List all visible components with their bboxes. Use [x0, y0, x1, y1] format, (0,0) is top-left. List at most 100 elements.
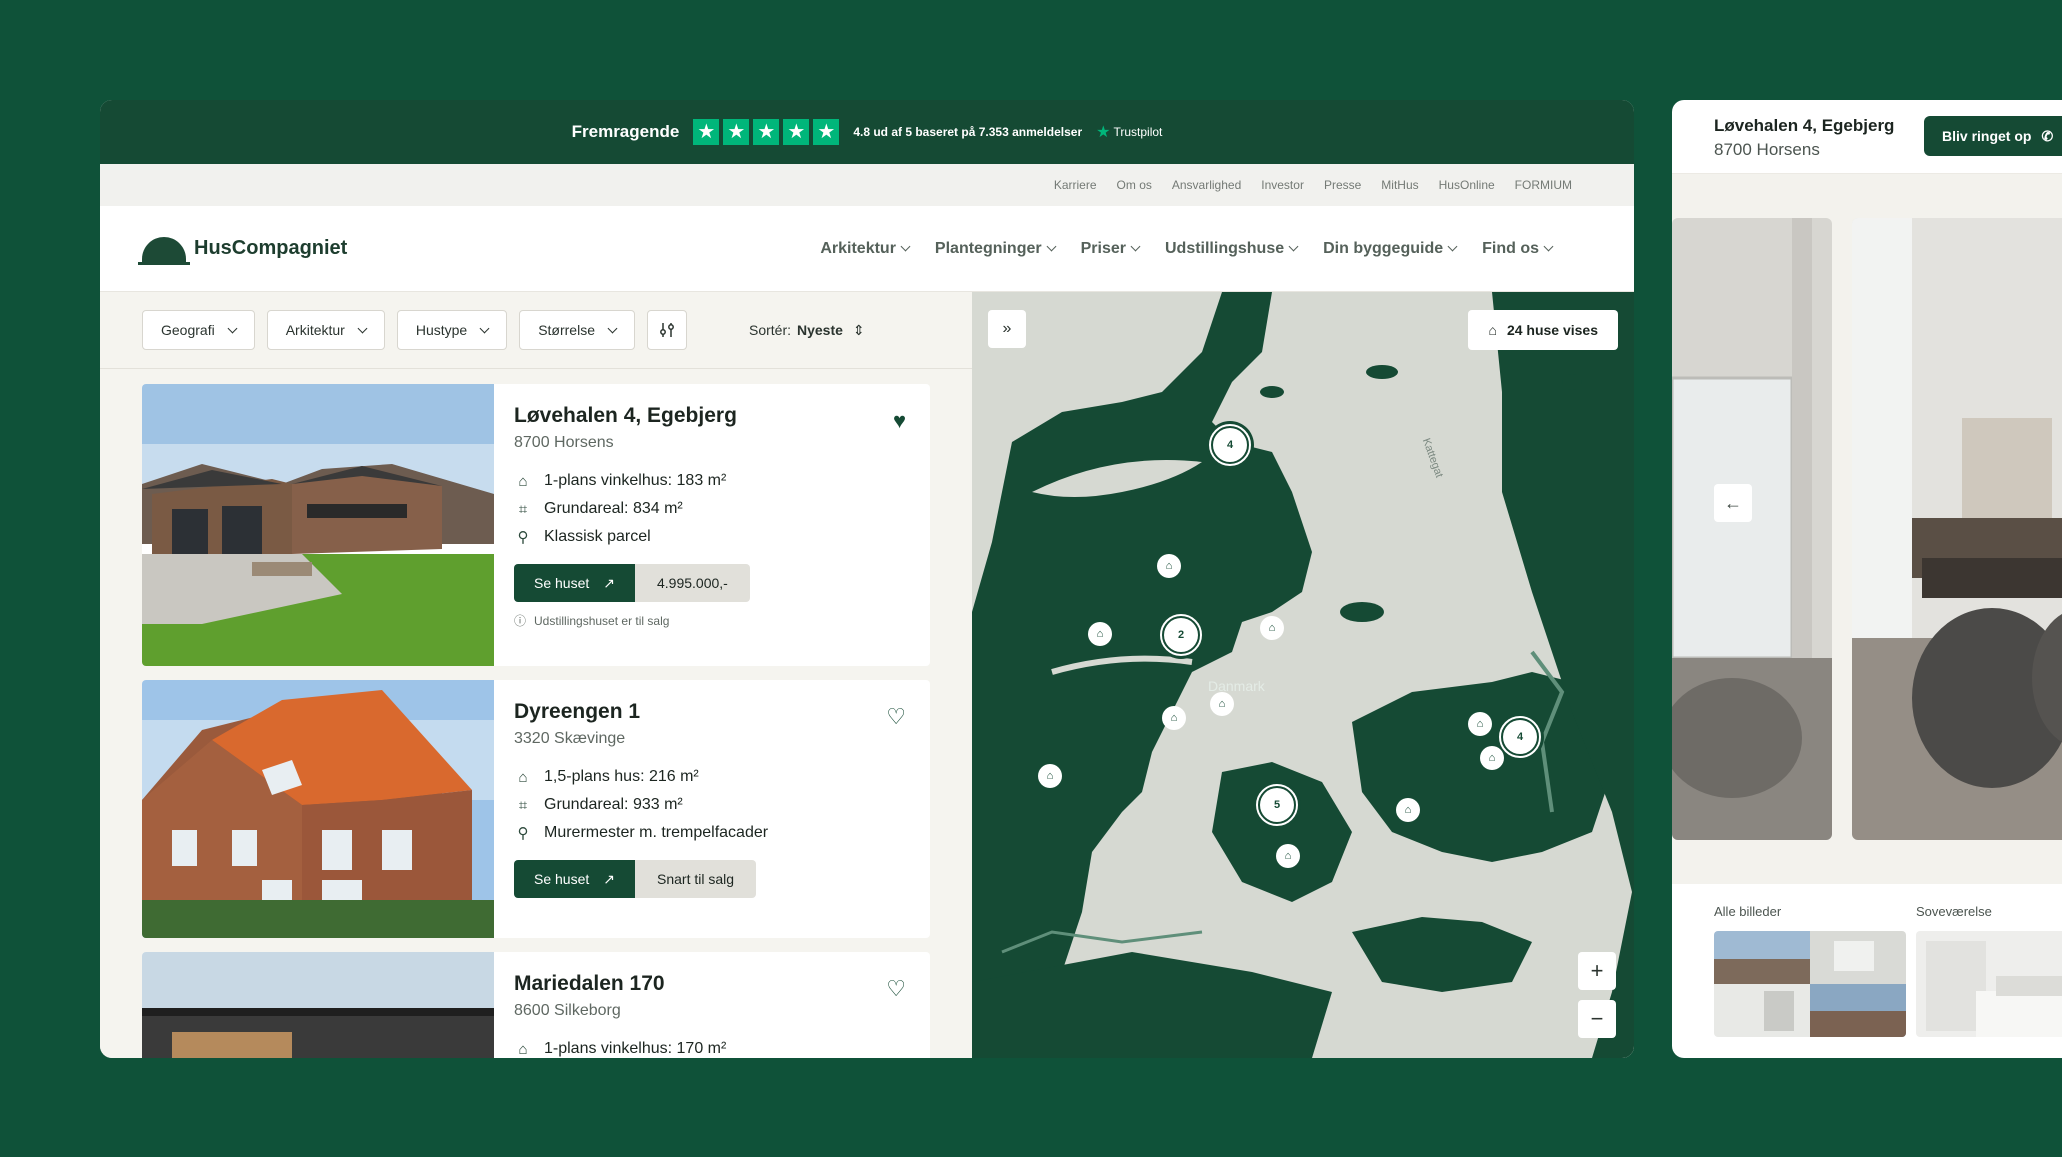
star-icon: ★	[783, 119, 810, 145]
gallery-photo	[1672, 218, 1832, 840]
browser-window: Fremragende ★ ★ ★ ★ ★ 4.8 ud af 5 basere…	[100, 100, 1634, 1058]
menu-label: Din byggeguide	[1323, 239, 1444, 257]
menu-arkitektur[interactable]: Arkitektur	[820, 239, 911, 258]
zoom-in-button[interactable]: +	[1578, 952, 1616, 990]
filter-arkitektur[interactable]: Arkitektur	[266, 310, 385, 350]
menu-udstillingshuse[interactable]: Udstillingshuse	[1165, 240, 1299, 258]
chevron-down-icon	[357, 323, 368, 333]
see-house-button[interactable]: Se huset ↗	[514, 860, 635, 898]
thumb-group-all[interactable]: Alle billeder	[1714, 904, 1906, 1042]
feature-text: Grundareal: 834 m²	[544, 500, 683, 517]
filter-hustype[interactable]: Hustype	[396, 310, 508, 350]
menu-priser[interactable]: Priser	[1081, 240, 1141, 258]
see-house-button[interactable]: Se huset ↗	[514, 564, 635, 602]
sale-note: ⓘ Udstillingshuset er til salg	[514, 612, 906, 629]
divider	[100, 368, 972, 369]
crop-icon: ⌗	[518, 500, 528, 518]
star-icon: ★	[723, 119, 750, 145]
card-body: Dyreengen 1 3320 Skævinge ⌂ 1,5-plans hus…	[514, 700, 906, 898]
map-view[interactable]: » ⌂ 24 huse vises Danmark Kattegat 4 2 5…	[972, 292, 1634, 1058]
filter-geografi[interactable]: Geografi	[142, 310, 255, 350]
thumb-group-bedroom[interactable]: Soveværelse	[1916, 904, 2062, 1042]
denmark-map	[972, 292, 1634, 1058]
arrow-left-icon[interactable]: ←	[1714, 484, 1752, 522]
util-link-formium[interactable]: FORMIUM	[1515, 178, 1572, 192]
util-link-om-os[interactable]: Om os	[1117, 178, 1152, 192]
util-link-investor[interactable]: Investor	[1261, 178, 1304, 192]
filter-storrelse[interactable]: Størrelse	[519, 310, 635, 350]
note-text: Udstillingshuset er til salg	[534, 613, 670, 628]
map-pin-icon[interactable]: ⌂	[1162, 706, 1186, 730]
call-me-button[interactable]: Bliv ringet op ✆	[1924, 116, 2062, 156]
feature-item: ⌗ Grundareal: 834 m²	[514, 500, 906, 518]
listing-column: Geografi Arkitektur Hustype Størrelse So…	[100, 292, 972, 1058]
util-link-husonline[interactable]: HusOnline	[1439, 178, 1495, 192]
trustpilot-star-icon: ★	[1096, 124, 1111, 141]
thumb-label: Soveværelse	[1916, 904, 1992, 919]
feature-text: Klassisk parcel	[544, 528, 651, 545]
trustpilot-bar[interactable]: Fremragende ★ ★ ★ ★ ★ 4.8 ud af 5 basere…	[100, 100, 1634, 164]
price-tag: Snart til salg	[635, 860, 757, 898]
map-pin-icon[interactable]: ⌂	[1210, 692, 1234, 716]
price-tag: 4.995.000,-	[635, 564, 750, 602]
phone-icon: ✆	[2041, 127, 2054, 144]
heart-outline-icon[interactable]: ♡	[886, 976, 906, 1002]
listing-address: 8700 Horsens	[514, 434, 614, 451]
util-link-ansvarlighed[interactable]: Ansvarlighed	[1172, 178, 1241, 192]
listing-title[interactable]: Løvehalen 4, Egebjerg	[514, 404, 906, 428]
house-photo	[142, 680, 494, 938]
map-pin-icon[interactable]: ⌂	[1088, 622, 1112, 646]
panel-header: Løvehalen 4, Egebjerg 8700 Horsens Bliv …	[1672, 100, 2062, 174]
feature-text: 1,5-plans hus: 216 m²	[544, 768, 699, 785]
chevron-down-icon	[227, 323, 238, 333]
listing-title[interactable]: Dyreengen 1	[514, 700, 906, 724]
map-pin-icon[interactable]: ⌂	[1276, 844, 1300, 868]
map-pin-icon[interactable]: ⌂	[1260, 616, 1284, 640]
map-cluster[interactable]: 4	[1209, 424, 1251, 466]
advanced-filter-button[interactable]	[646, 310, 687, 350]
sort-value: Nyeste	[797, 322, 843, 338]
button-label: Se huset	[534, 575, 590, 591]
map-pin-icon[interactable]: ⌂	[1480, 746, 1504, 770]
feature-item: ⚲ Klassisk parcel	[514, 528, 906, 546]
info-icon: ⓘ	[514, 614, 527, 628]
cluster-count: 5	[1260, 788, 1294, 822]
house-photo	[142, 384, 494, 666]
map-pin-icon[interactable]: ⌂	[1157, 554, 1181, 578]
util-link-mithus[interactable]: MitHus	[1381, 178, 1418, 192]
map-cluster[interactable]: 2	[1160, 614, 1202, 656]
photo-gallery: ←	[1672, 174, 2062, 884]
map-pin-icon[interactable]: ⌂	[1396, 798, 1420, 822]
chevron-down-icon	[1288, 241, 1299, 252]
menu-byggeguide[interactable]: Din byggeguide	[1323, 239, 1458, 258]
card-actions: Se huset ↗ Snart til salg	[514, 860, 906, 898]
sort-control[interactable]: Sortér: Nyeste ⇕	[749, 322, 865, 339]
util-link-karriere[interactable]: Karriere	[1054, 178, 1097, 192]
thumb-label: Alle billeder	[1714, 904, 1782, 919]
map-pin-icon[interactable]: ⌂	[1468, 712, 1492, 736]
filter-label: Hustype	[415, 322, 468, 338]
button-label: Bliv ringet op	[1942, 128, 2032, 144]
logo[interactable]: HusCompagniet	[138, 235, 347, 265]
map-pin-icon[interactable]: ⌂	[1038, 764, 1062, 788]
menu-find-os[interactable]: Find os	[1482, 240, 1554, 258]
listing-card[interactable]: Løvehalen 4, Egebjerg 8700 Horsens ⌂ 1-pl…	[142, 384, 930, 666]
menu-label: Arkitektur	[820, 239, 896, 257]
cluster-count: 4	[1213, 428, 1247, 462]
listing-card[interactable]: Mariedalen 170 8600 Silkeborg ⌂ 1-plans v…	[142, 952, 930, 1058]
house-icon: ⌂	[518, 768, 528, 786]
listing-title[interactable]: Mariedalen 170	[514, 972, 906, 996]
chevron-down-icon	[900, 241, 911, 252]
collapse-map-button[interactable]: »	[988, 310, 1026, 348]
thumbnail-image	[1714, 931, 1906, 1037]
feature-item: ⌂ 1,5-plans hus: 216 m²	[514, 768, 906, 786]
star-icon: ★	[813, 119, 840, 145]
map-cluster[interactable]: 4	[1499, 716, 1541, 758]
zoom-out-button[interactable]: −	[1578, 1000, 1616, 1038]
util-link-presse[interactable]: Presse	[1324, 178, 1361, 192]
menu-plantegninger[interactable]: Plantegninger	[935, 240, 1057, 258]
listing-card[interactable]: Dyreengen 1 3320 Skævinge ⌂ 1,5-plans hus…	[142, 680, 930, 938]
heart-outline-icon[interactable]: ♡	[886, 704, 906, 730]
map-cluster[interactable]: 5	[1256, 784, 1298, 826]
heart-filled-icon[interactable]: ♥	[893, 408, 906, 434]
